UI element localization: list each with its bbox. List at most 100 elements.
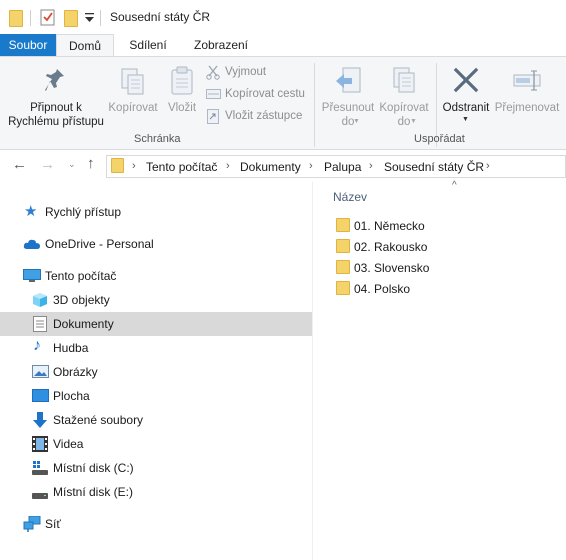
computer-icon [23,269,41,283]
nav-videos[interactable]: Videa [0,432,312,456]
chevron-right-icon[interactable]: › [369,160,373,172]
picture-icon [32,365,49,378]
list-item[interactable]: 03. Slovensko [333,258,533,278]
network-icon [23,516,41,532]
copy-path-icon [206,89,221,99]
tab-share[interactable]: Sdílení [126,34,170,56]
move-to-button[interactable]: Přesunout do [318,101,378,129]
nav-music[interactable]: ♪ Hudba [0,336,312,360]
tab-view[interactable]: Zobrazení [188,34,254,56]
delete-button[interactable]: Odstranit [438,101,494,115]
nav-label: Obrázky [53,365,98,379]
folder-icon [9,10,23,27]
organize-group-label: Uspořádat [414,133,465,145]
chevron-down-icon[interactable] [85,13,94,23]
nav-3d-objects[interactable]: 3D objekty [0,288,312,312]
film-icon [32,436,48,452]
divider [30,10,31,26]
copy-to-icon [391,66,417,96]
chevron-right-icon[interactable]: › [226,160,230,172]
paste-shortcut-icon [207,109,219,124]
pane-splitter[interactable] [312,182,313,560]
nav-label: Stažené soubory [53,413,144,427]
nav-pictures[interactable]: Obrázky [0,360,312,384]
nav-desktop[interactable]: Plocha [0,384,312,408]
document-icon [33,316,47,332]
list-item[interactable]: 01. Německo [333,216,533,236]
copy-icon [120,67,146,97]
breadcrumb-documents[interactable]: Dokumenty [240,160,301,174]
folder-icon [336,218,350,232]
nav-documents[interactable]: Dokumenty [0,312,312,336]
nav-label: Místní disk (C:) [53,461,134,475]
cut-button[interactable]: Vyjmout [225,66,266,78]
nav-label: Dokumenty [53,317,114,331]
nav-network[interactable]: Síť [0,512,312,536]
cut-icon [206,65,220,80]
title-bar: Sousední státy ČR [0,0,566,34]
chevron-right-icon[interactable]: › [132,160,136,172]
list-item[interactable]: 04. Polsko [333,279,533,299]
nav-this-pc[interactable]: Tento počítač [0,264,312,288]
download-arrow-icon [33,412,47,428]
music-note-icon: ♪ [33,337,41,354]
nav-downloads[interactable]: Stažené soubory [0,408,312,432]
tab-file[interactable]: Soubor [0,34,56,56]
nav-local-disk-e[interactable]: Místní disk (E:) [0,480,312,504]
nav-label: 3D objekty [53,293,110,307]
delete-icon [453,67,479,93]
paste-icon [170,66,194,96]
list-item[interactable]: 02. Rakousko [333,237,533,257]
item-name: 01. Německo [354,219,425,233]
address-bar[interactable]: › Tento počítač › Dokumenty › Palupa › S… [106,155,566,178]
rename-button[interactable]: Přejmenovat [494,101,560,115]
nav-label: Plocha [53,389,90,403]
column-header-name[interactable]: Název [333,190,367,204]
paste-button[interactable]: Vložit [163,101,201,115]
star-icon: ★ [24,203,38,220]
chevron-down-icon[interactable]: ▼ [462,116,469,123]
sort-ascending-icon: ^ [452,180,457,191]
breadcrumb-this-pc[interactable]: Tento počítač [146,160,217,174]
nav-label: OneDrive - Personal [45,237,154,251]
folder-icon [336,281,350,295]
copy-button[interactable]: Kopírovat [107,101,159,115]
nav-label: Rychlý přístup [45,205,122,219]
desktop-icon [32,389,49,402]
navigation-bar: ← → ⌄ ↑ › Tento počítač › Dokumenty › Pa… [0,150,566,182]
breadcrumb-palupa[interactable]: Palupa [324,160,361,174]
chevron-right-icon[interactable]: › [309,160,313,172]
up-arrow-icon[interactable]: ↑ [87,155,95,172]
nav-label: Tento počítač [45,269,117,283]
copy-to-button[interactable]: Kopírovat do [375,101,433,129]
move-to-icon [334,66,362,96]
nav-quick-access[interactable]: ★ Rychlý přístup [0,200,312,224]
chevron-right-icon[interactable]: › [486,160,490,172]
cloud-icon [23,239,41,250]
item-name: 04. Polsko [354,282,411,296]
copy-path-button[interactable]: Kopírovat cestu [225,88,305,100]
breadcrumb-current-folder[interactable]: Sousední státy ČR [384,160,484,174]
nav-onedrive[interactable]: OneDrive - Personal [0,232,312,256]
item-name: 02. Rakousko [354,240,428,254]
new-folder-icon[interactable] [64,10,78,27]
navigation-pane: ★ Rychlý přístup OneDrive - Personal Ten… [0,182,312,560]
group-divider [314,63,315,147]
properties-icon[interactable] [40,9,56,26]
cube-icon [32,292,48,308]
recent-locations-icon[interactable]: ⌄ [68,159,76,170]
ribbon-tabs: Soubor Domů Sdílení Zobrazení [0,34,566,56]
nav-local-disk-c[interactable]: Místní disk (C:) [0,456,312,480]
nav-label: Videa [53,437,84,451]
forward-arrow-icon[interactable]: → [40,156,55,173]
back-arrow-icon[interactable]: ← [12,156,27,173]
folder-icon [111,158,124,173]
window-title: Sousední státy ČR [110,10,211,24]
drive-icon [32,484,48,500]
paste-shortcut-button[interactable]: Vložit zástupce [225,110,302,122]
nav-label: Hudba [53,341,89,355]
pin-to-quick-access-button[interactable]: Připnout k Rychlému přístupu [2,101,110,129]
item-name: 03. Slovensko [354,261,430,275]
drive-windows-icon [32,460,48,476]
tab-home[interactable]: Domů [56,34,114,56]
